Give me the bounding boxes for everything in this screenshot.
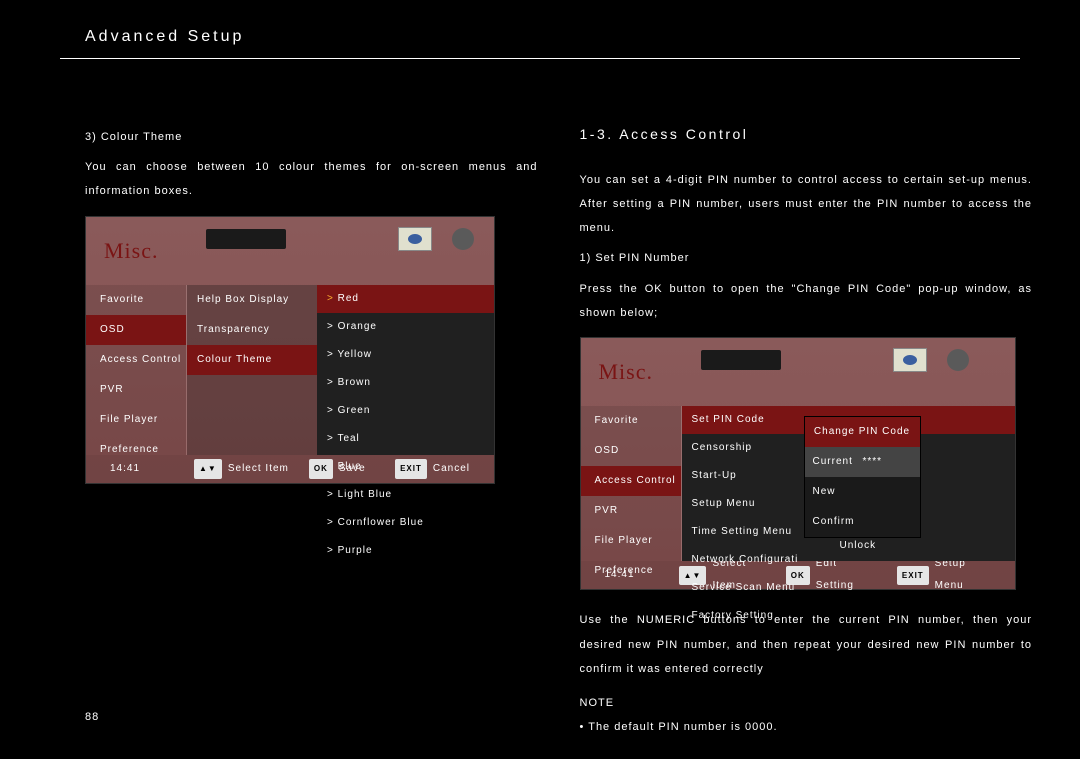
note-item: The default PIN number is 0000.: [580, 715, 1033, 739]
submenu-item[interactable]: Transparency: [187, 315, 317, 345]
antenna-icon: [306, 229, 324, 249]
colour-option[interactable]: Purple: [317, 537, 494, 565]
page-title: Advanced Setup: [85, 28, 1080, 46]
osd2-items: Set PIN CodeCensorshipStart-UpSetup Menu…: [682, 406, 1015, 561]
colour-option[interactable]: Green: [317, 397, 494, 425]
colour-option[interactable]: Brown: [317, 369, 494, 397]
colour-option[interactable]: Light Blue: [317, 481, 494, 509]
right-heading: 1-3. Access Control: [580, 119, 1033, 150]
submenu-item[interactable]: Colour Theme: [187, 345, 317, 375]
ok-key-icon: OK: [309, 459, 333, 479]
dvr-icon: [206, 229, 286, 249]
exit-key-icon: EXIT: [395, 459, 427, 479]
popup-title: Change PIN Code: [805, 417, 920, 447]
osd1-body: FavoriteOSDAccess ControlPVRFile PlayerP…: [86, 285, 494, 455]
sidebar-item[interactable]: OSD: [581, 436, 681, 466]
osd1-footer: 14:41 ▲▼ Select Item OK Save EXIT Cancel: [86, 455, 494, 483]
colour-option[interactable]: Teal: [317, 425, 494, 453]
left-subheading: 3) Colour Theme: [85, 125, 538, 149]
osd1-sidebar: FavoriteOSDAccess ControlPVRFile PlayerP…: [86, 285, 186, 455]
gear-icon: [452, 228, 474, 250]
screenshot-colour-theme: Misc. FavoriteOSDAccess ControlPVRFile P…: [85, 216, 495, 484]
pc-icon: [344, 228, 378, 250]
colour-option[interactable]: Yellow: [317, 341, 494, 369]
updown-key-icon: ▲▼: [194, 459, 222, 479]
popup-row-confirm: Confirm: [805, 507, 920, 537]
osd1-iconbar: [206, 227, 474, 251]
sidebar-item[interactable]: PVR: [86, 375, 186, 405]
sidebar-item[interactable]: Access Control: [581, 466, 681, 496]
monitor-icon: [893, 348, 927, 372]
sidebar-item[interactable]: Access Control: [86, 345, 186, 375]
sidebar-item[interactable]: OSD: [86, 315, 186, 345]
popup-confirm-label: Confirm: [813, 511, 863, 533]
popup-row-current: Current ****: [805, 447, 920, 477]
osd2-time: 14:41: [591, 564, 673, 586]
page-header: Advanced Setup: [0, 0, 1080, 58]
right-column: 1-3. Access Control You can set a 4-digi…: [580, 119, 1033, 739]
osd1-midcol: Help Box DisplayTransparencyColour Theme: [187, 285, 317, 455]
sidebar-item[interactable]: File Player: [86, 405, 186, 435]
osd1-select-label: Select Item: [228, 458, 289, 480]
colour-option[interactable]: Orange: [317, 313, 494, 341]
screenshot-access-control: Misc. FavoriteOSDAccess ControlPVRFile P…: [580, 337, 1016, 590]
osd1-save-label: Save: [339, 458, 366, 480]
gear-icon: [947, 349, 969, 371]
colour-option[interactable]: Cornflower Blue: [317, 509, 494, 537]
submenu-item[interactable]: Help Box Display: [187, 285, 317, 315]
right-sub1: 1) Set PIN Number: [580, 246, 1033, 270]
change-pin-popup: Change PIN Code Current **** New Confirm: [804, 416, 921, 538]
sidebar-item[interactable]: Favorite: [581, 406, 681, 436]
right-para1: You can set a 4-digit PIN number to cont…: [580, 168, 1033, 241]
popup-new-label: New: [813, 481, 863, 503]
osd2-body: FavoriteOSDAccess ControlPVRFile PlayerP…: [581, 406, 1015, 561]
access-control-item[interactable]: Factory Setting: [682, 602, 1015, 630]
popup-current-label: Current: [813, 451, 863, 473]
pc-icon: [839, 349, 873, 371]
osd2-iconbar: [701, 348, 969, 372]
osd1-time: 14:41: [96, 458, 188, 480]
monitor-icon: [398, 227, 432, 251]
content-columns: 3) Colour Theme You can choose between 1…: [0, 59, 1080, 739]
antenna-icon: [801, 350, 819, 370]
osd1-cancel-label: Cancel: [433, 458, 470, 480]
popup-row-new: New: [805, 477, 920, 507]
colour-option[interactable]: Red: [317, 285, 494, 313]
popup-current-value: ****: [863, 451, 883, 473]
page-number: 88: [85, 711, 99, 723]
note-label: NOTE: [580, 691, 1033, 715]
dvr-icon: [701, 350, 781, 370]
osd2-sidebar: FavoriteOSDAccess ControlPVRFile PlayerP…: [581, 406, 681, 561]
osd1-colour-list: RedOrangeYellowBrownGreenTealBlueLight B…: [317, 285, 494, 455]
right-para2: Press the OK button to open the "Change …: [580, 277, 1033, 325]
sidebar-item[interactable]: File Player: [581, 526, 681, 556]
left-column: 3) Colour Theme You can choose between 1…: [85, 119, 538, 739]
sidebar-item[interactable]: PVR: [581, 496, 681, 526]
access-control-item[interactable]: Service Scan Menu: [682, 574, 1015, 602]
left-para: You can choose between 10 colour themes …: [85, 155, 538, 203]
sidebar-item[interactable]: Favorite: [86, 285, 186, 315]
